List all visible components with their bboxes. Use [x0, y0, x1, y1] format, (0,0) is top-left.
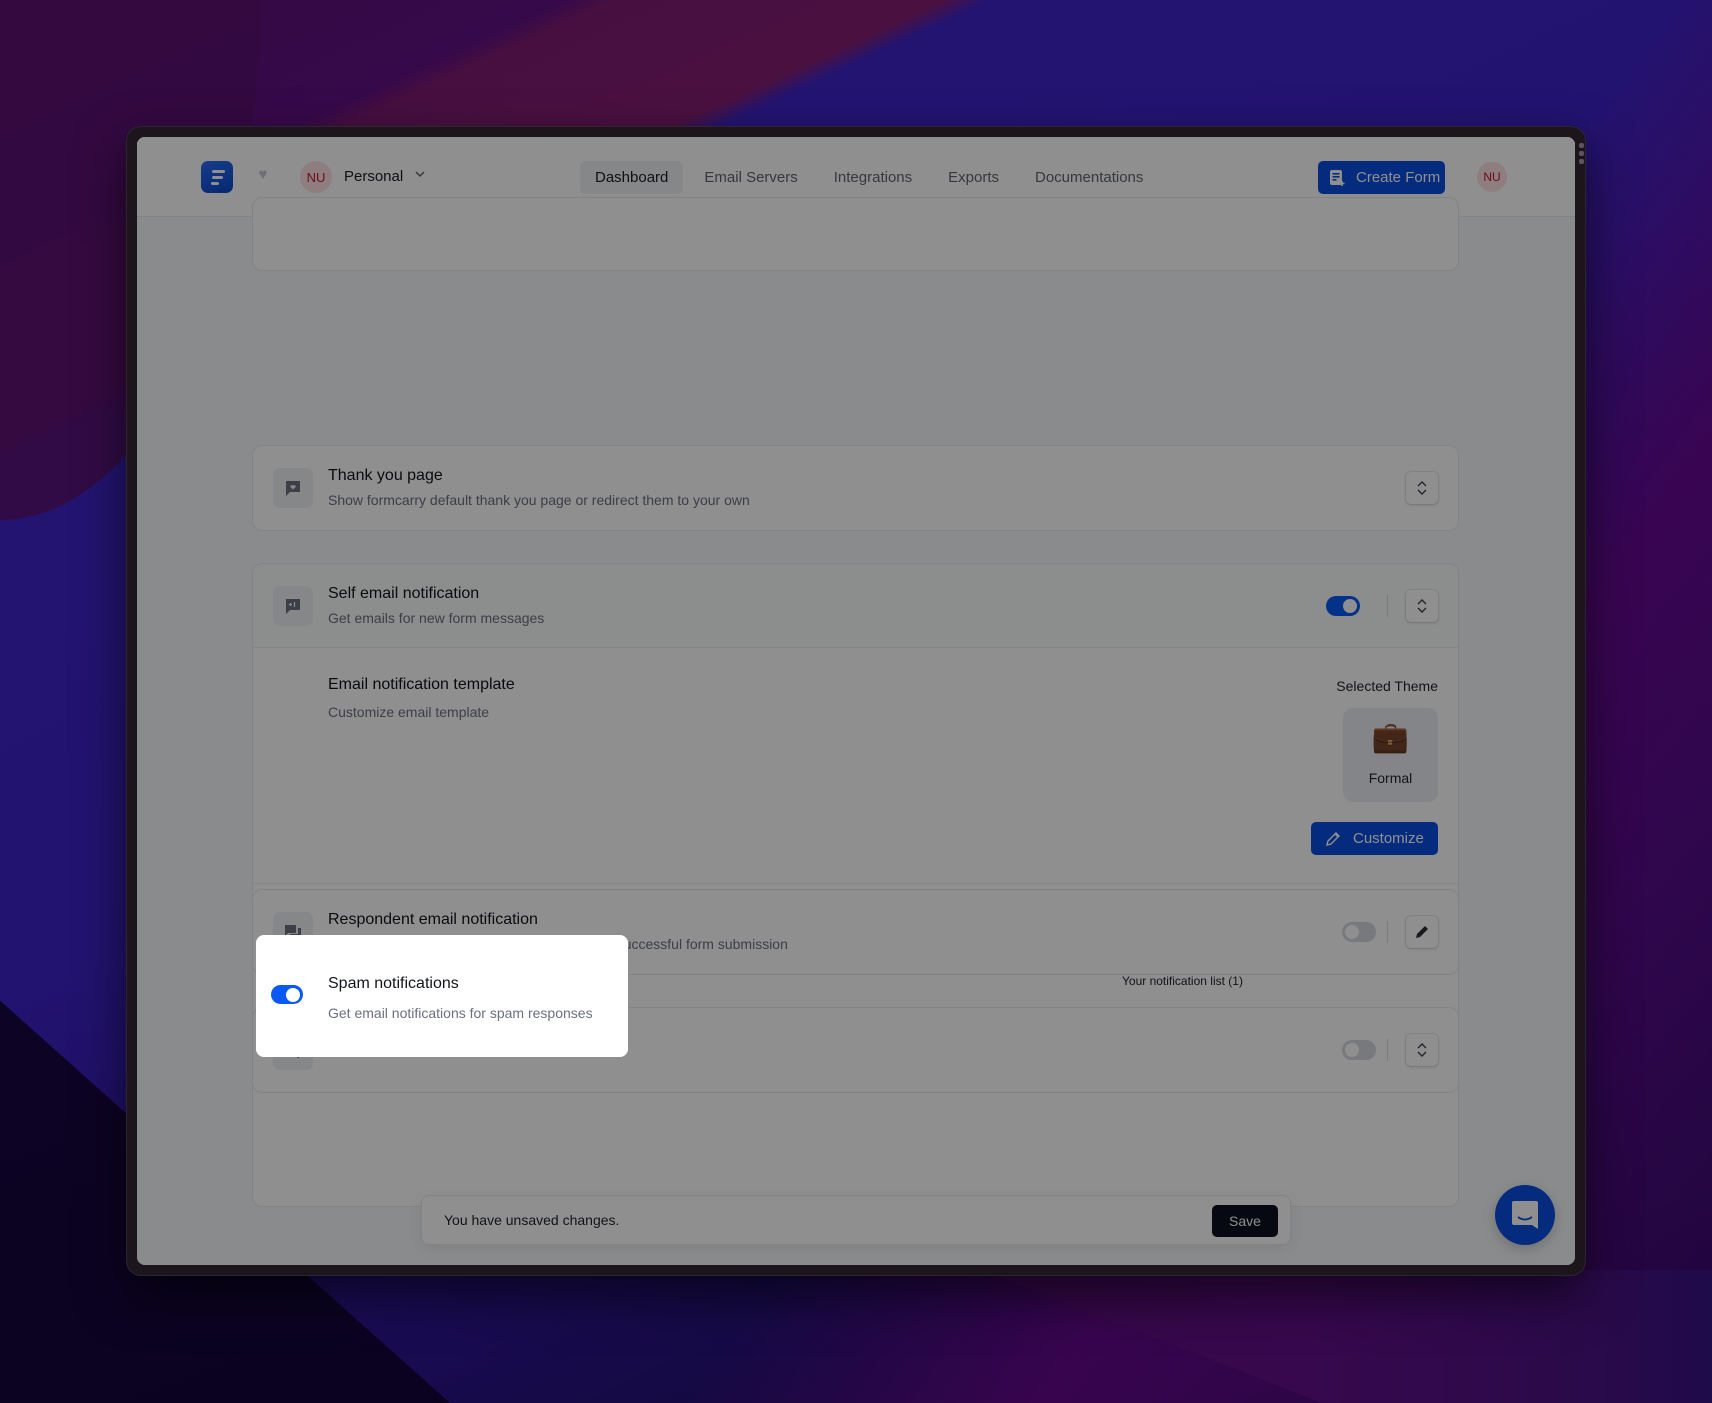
- spam-subtitle: Get email notifications for spam respons…: [328, 1005, 593, 1021]
- spam-notifications-highlight: Spam notifications Get email notificatio…: [256, 935, 628, 1057]
- dim-overlay: [137, 137, 1575, 1265]
- app-screen: ♥ NU Personal Dashboard Email Servers In…: [137, 137, 1575, 1265]
- device-frame: ♥ NU Personal Dashboard Email Servers In…: [127, 127, 1585, 1275]
- spam-title: Spam notifications: [328, 975, 459, 992]
- spam-notifications-toggle[interactable]: [271, 985, 303, 1004]
- device-dots: [1579, 143, 1584, 164]
- wallpaper-shape: [981, 1270, 1712, 1403]
